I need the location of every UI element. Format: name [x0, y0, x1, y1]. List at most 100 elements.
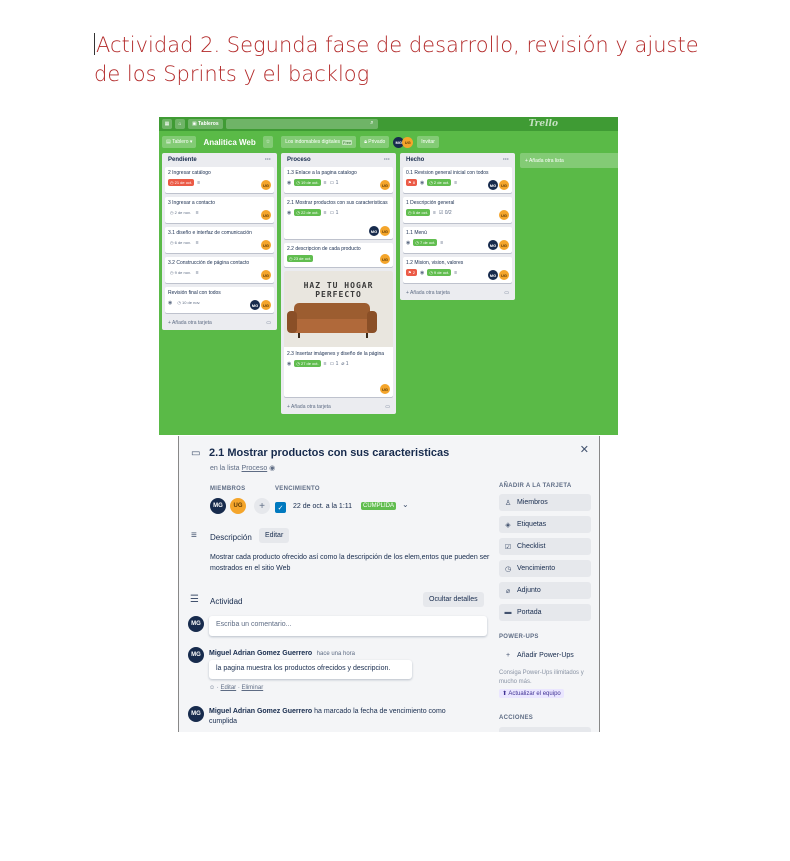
- avatar-ug[interactable]: UG: [402, 136, 414, 148]
- add-card-button[interactable]: + Añada otra tarjeta ▭: [284, 401, 393, 412]
- description-icon: ≡: [197, 179, 201, 186]
- card-members: UG: [380, 180, 390, 190]
- button-label: Vencimiento: [517, 565, 556, 572]
- labels-button[interactable]: ◈ Etiquetas: [499, 516, 591, 533]
- card[interactable]: 2.1 Mostrar productos con sus caracteris…: [284, 197, 393, 239]
- add-list-button[interactable]: + Añada otra lista: [520, 153, 618, 168]
- due-date: 23 de oct.: [293, 256, 312, 261]
- chevron-down-icon[interactable]: ⌄: [402, 500, 409, 509]
- description-icon: ≡: [454, 179, 458, 186]
- activity-icon: ☰: [190, 594, 199, 605]
- document-page: Actividad 2. Segunda fase de desarrollo,…: [0, 0, 790, 861]
- board-name[interactable]: Analitica Web: [200, 138, 258, 147]
- card[interactable]: 1.3 Enlace a la pagina catalogo ◉ ◷ 19 de …: [284, 167, 393, 193]
- workspace-button[interactable]: Los indomables digitales Free: [281, 136, 357, 148]
- upgrade-team-button[interactable]: ⬆ Actualizar el equipo: [499, 689, 564, 698]
- checklist-button[interactable]: ☑ Checklist: [499, 538, 591, 555]
- add-member-button[interactable]: +: [254, 498, 270, 514]
- workspace-label: Los indomables digitales: [285, 139, 340, 145]
- card[interactable]: 1.2 Mision, vision, valores ⚑ 2 ◉ ◷ 9 de oc…: [403, 257, 512, 283]
- comment-badge: ▭ 1: [329, 209, 339, 216]
- activity-time[interactable]: hace una hora: [317, 651, 355, 657]
- list-title[interactable]: Pendiente: [168, 157, 197, 163]
- action-button[interactable]: [499, 727, 591, 732]
- template-icon[interactable]: ▭: [504, 290, 509, 296]
- attachment-button[interactable]: ⌀ Adjunto: [499, 582, 591, 599]
- due-date: 19 de oct.: [300, 180, 319, 185]
- count-badge: ⚑ 2: [406, 269, 417, 276]
- more-icon[interactable]: ···: [384, 157, 390, 163]
- more-icon[interactable]: ···: [503, 157, 509, 163]
- list-title[interactable]: Hecho: [406, 157, 424, 163]
- checklist-badge: ☑ 0/2: [438, 209, 452, 216]
- card-members: MG UG: [488, 240, 509, 250]
- activity-author[interactable]: Miguel Adrian Gomez Guerrero: [209, 708, 312, 715]
- list-link[interactable]: Proceso: [242, 465, 268, 472]
- boards-button[interactable]: ▣ Tableros: [188, 119, 223, 129]
- due-badge: ◷ 19 de oct.: [294, 179, 321, 186]
- card[interactable]: 3.2 Construcción de página contacto ◷ 9 d…: [165, 257, 274, 283]
- comment-count: 1: [335, 209, 339, 216]
- due-badge: ◷ 23 de oct.: [287, 255, 314, 262]
- due-date: 22 de oct.: [300, 210, 319, 215]
- edit-comment-link[interactable]: Editar: [220, 685, 236, 691]
- card[interactable]: 3.1 diseño e interfaz de comunicación ◷ 6…: [165, 227, 274, 253]
- add-card-button[interactable]: + Añada otra tarjeta ▭: [403, 287, 512, 298]
- cover-button[interactable]: ▬ Portada: [499, 604, 591, 621]
- boards-label: Tableros: [198, 121, 219, 127]
- avatar-ug: UG: [499, 240, 509, 250]
- button-label: Checklist: [517, 543, 546, 550]
- card[interactable]: 0.1 Revision general inicial con todos ⚑ …: [403, 167, 512, 193]
- card[interactable]: 1.1 Menú ◉ ◷ 7 de oct. ≡ MG UG: [403, 227, 512, 253]
- home-icon[interactable]: ⌂: [175, 119, 185, 129]
- members-button[interactable]: ♙ Miembros: [499, 494, 591, 511]
- list-title[interactable]: Proceso: [287, 157, 311, 163]
- card-with-cover[interactable]: HAZ TU HOGAR PERFECTO 2.3 Insertar imáge…: [284, 271, 393, 397]
- card-title: 1.1 Menú: [406, 230, 427, 236]
- add-card-button[interactable]: + Añada otra tarjeta ▭: [165, 317, 274, 328]
- due-date-value[interactable]: 22 de oct. a la 1:11: [293, 503, 352, 510]
- more-icon[interactable]: ···: [265, 157, 271, 163]
- delete-comment-link[interactable]: Eliminar: [242, 685, 264, 691]
- avatar-mg: MG: [188, 616, 204, 632]
- card[interactable]: 3 Ingresar a contacto ◷ 2 de nov. ≡ UG: [165, 197, 274, 223]
- due-complete-checkbox[interactable]: ✓: [275, 502, 286, 513]
- emoji-icon[interactable]: ☺: [209, 685, 215, 691]
- template-icon[interactable]: ▭: [385, 404, 390, 410]
- star-button[interactable]: ☆: [262, 136, 274, 148]
- avatar-mg: MG: [488, 270, 498, 280]
- avatar-ug: UG: [499, 270, 509, 280]
- list-pendiente: Pendiente ··· 2 Ingresar catálogo ◷ 21 de …: [162, 153, 277, 330]
- card-members: UG: [261, 210, 271, 220]
- apps-icon[interactable]: ▦: [162, 119, 172, 129]
- card[interactable]: 1 Descripción general ◷ 5 de oct. ≡ ☑ 0/2 UG: [403, 197, 512, 223]
- search-icon: ⌕: [370, 120, 374, 126]
- board-menu-button[interactable]: ▤ Tablero ▾: [162, 136, 197, 148]
- due-date: 7 de oct.: [419, 240, 436, 245]
- add-powerups-button[interactable]: + Añadir Power-Ups: [499, 647, 591, 664]
- upgrade-icon: ⬆: [502, 691, 508, 697]
- due-date: 10 de nov.: [181, 300, 201, 305]
- hide-details-button[interactable]: Ocultar detalles: [423, 592, 484, 607]
- description-text[interactable]: Mostrar cada producto ofrecido así como …: [210, 552, 490, 574]
- comment-input[interactable]: Escriba un comentario...: [209, 616, 487, 636]
- invite-button[interactable]: Invitar: [417, 136, 439, 148]
- comment-badge: ▭ 1: [329, 179, 339, 186]
- avatar-ug[interactable]: UG: [230, 498, 246, 514]
- avatar-mg[interactable]: MG: [210, 498, 226, 514]
- sofa-leg: [366, 333, 368, 338]
- card-detail-title[interactable]: 2.1 Mostrar productos con sus caracteris…: [209, 447, 449, 459]
- close-icon[interactable]: ✕: [580, 443, 589, 456]
- visibility-button[interactable]: 🔒︎ Privado: [360, 136, 390, 148]
- card-badges: ◷ 21 de oct. ≡: [168, 179, 271, 186]
- card[interactable]: 2 Ingresar catálogo ◷ 21 de oct. ≡ UG: [165, 167, 274, 193]
- edit-description-button[interactable]: Editar: [259, 528, 290, 543]
- card-title: 3 Ingresar a contacto: [168, 200, 215, 206]
- activity-author[interactable]: Miguel Adrian Gomez Guerrero: [209, 650, 312, 657]
- search-input[interactable]: ⌕: [225, 119, 378, 129]
- template-icon[interactable]: ▭: [266, 320, 271, 326]
- card[interactable]: 2.2 descripcion de cada producto ◷ 23 de …: [284, 243, 393, 267]
- due-date-button[interactable]: ◷ Vencimiento: [499, 560, 591, 577]
- due-label: VENCIMIENTO: [275, 486, 320, 492]
- card[interactable]: Revisión final con todos ◉ ◷ 10 de nov. MG U…: [165, 287, 274, 313]
